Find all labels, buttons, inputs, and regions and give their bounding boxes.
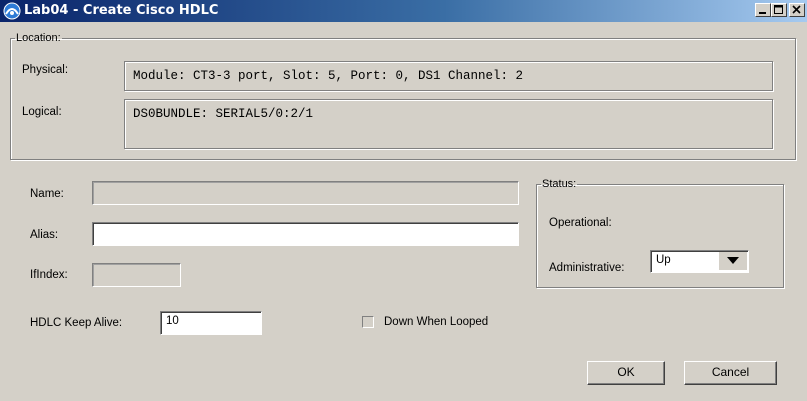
cancel-button[interactable]: Cancel bbox=[684, 361, 777, 385]
operational-label: Operational: bbox=[549, 217, 612, 229]
keepalive-label: HDLC Keep Alive: bbox=[30, 317, 123, 329]
window-title: Lab04 - Create Cisco HDLC bbox=[24, 3, 219, 18]
keepalive-field[interactable]: 10 bbox=[160, 311, 262, 335]
physical-label: Physical: bbox=[22, 64, 69, 76]
alias-field[interactable] bbox=[92, 222, 519, 246]
logical-label: Logical: bbox=[22, 106, 62, 118]
down-when-looped-checkbox[interactable] bbox=[362, 316, 374, 328]
name-label: Name: bbox=[30, 188, 64, 200]
status-legend: Status: bbox=[542, 178, 577, 190]
administrative-select[interactable]: Up bbox=[650, 250, 749, 273]
ok-button[interactable]: OK bbox=[587, 361, 665, 385]
administrative-label: Administrative: bbox=[549, 262, 625, 274]
ifindex-label: IfIndex: bbox=[30, 269, 68, 281]
cisco-app-icon bbox=[3, 2, 21, 20]
down-when-looped-label: Down When Looped bbox=[384, 316, 489, 328]
chevron-down-icon[interactable] bbox=[719, 252, 747, 270]
close-button[interactable] bbox=[789, 3, 805, 17]
minimize-button[interactable] bbox=[755, 3, 771, 17]
logical-location-field: DS0BUNDLE: SERIAL5/0:2/1 bbox=[124, 99, 773, 149]
maximize-button[interactable] bbox=[771, 3, 787, 17]
alias-label: Alias: bbox=[30, 229, 59, 241]
ifindex-field[interactable] bbox=[92, 263, 181, 287]
location-legend: Location: bbox=[16, 32, 61, 44]
administrative-select-value: Up bbox=[656, 254, 671, 266]
physical-location-field: Module: CT3-3 port, Slot: 5, Port: 0, DS… bbox=[124, 61, 773, 91]
name-field[interactable] bbox=[92, 181, 519, 205]
title-bar[interactable]: Lab04 - Create Cisco HDLC bbox=[0, 0, 807, 22]
